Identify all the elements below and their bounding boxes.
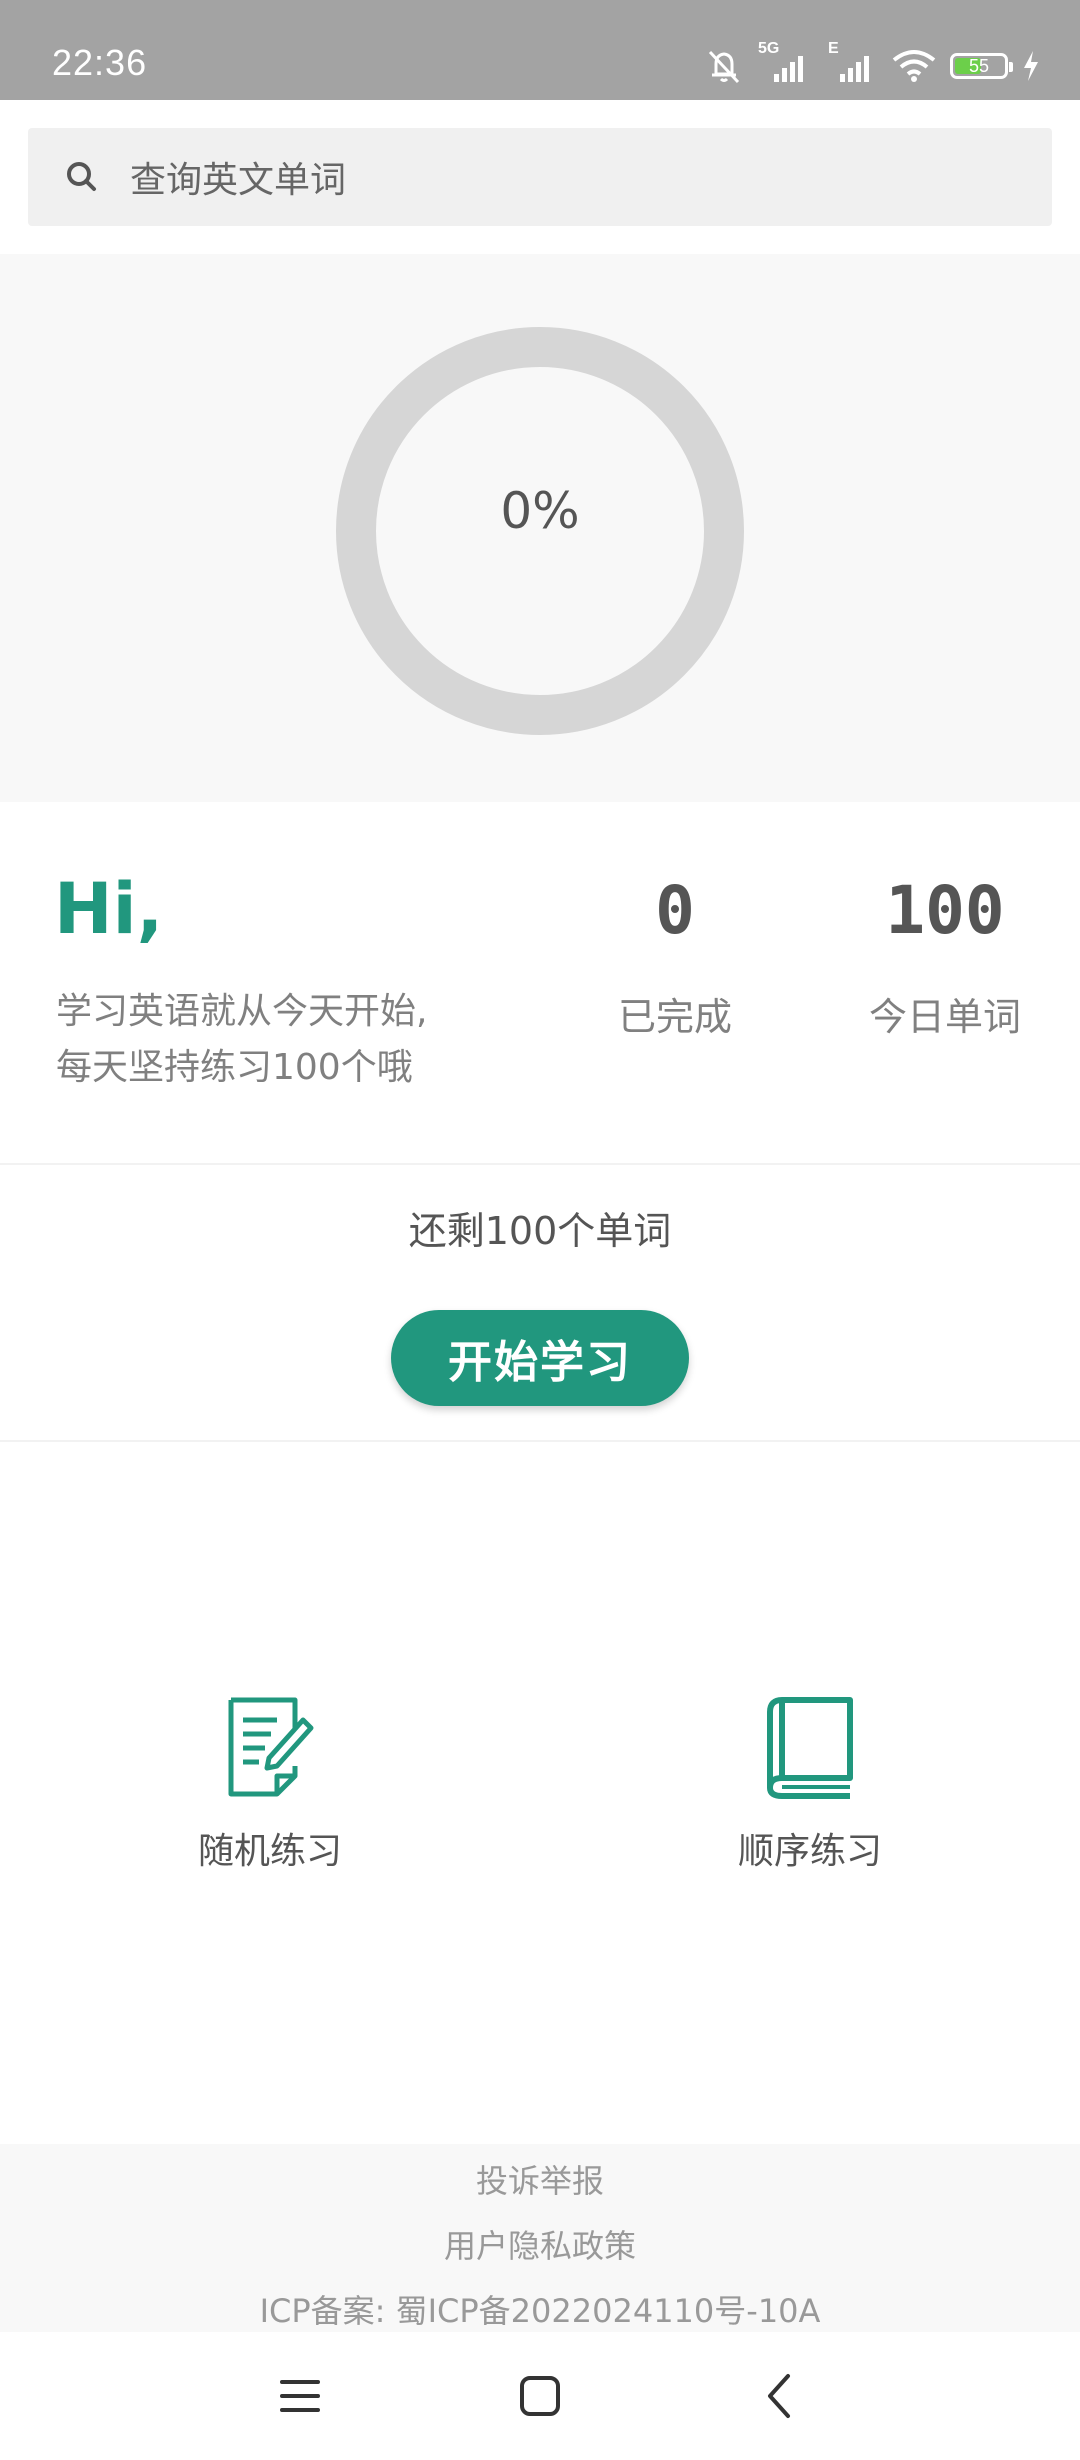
progress-percent: 0%: [500, 482, 580, 540]
notepad-pencil-icon: [228, 1697, 314, 1797]
icp-record-link[interactable]: ICP备案: 蜀ICP备2022024110号-10A: [0, 2286, 1080, 2332]
charging-bolt-icon: [1024, 51, 1038, 81]
status-icons: 5G E 55: [704, 40, 1040, 88]
book-icon: [767, 1697, 853, 1799]
remaining-words: 还剩100个单词: [408, 1209, 672, 1253]
random-practice-label: 随机练习: [197, 1831, 342, 1872]
privacy-policy-link[interactable]: 用户隐私政策: [0, 2221, 1080, 2267]
battery-icon: 55: [950, 53, 1013, 79]
sequential-practice-button[interactable]: 顺序练习: [660, 1696, 960, 1874]
divider: [0, 1163, 1080, 1165]
search-input[interactable]: 查询英文单词: [28, 128, 1052, 226]
footer: 投诉举报 用户隐私政策 ICP备案: 蜀ICP备2022024110号-10A: [0, 2144, 1080, 2332]
home-square-icon: [520, 2376, 560, 2416]
wifi-icon: [892, 50, 936, 82]
report-link[interactable]: 投诉举报: [0, 2156, 1080, 2202]
search-placeholder: 查询英文单词: [130, 160, 347, 201]
menu-button[interactable]: [272, 2368, 328, 2424]
today-words-label: 今日单词: [868, 995, 1021, 1039]
search-icon: [67, 162, 96, 191]
back-chevron-icon: [768, 2374, 790, 2418]
greeting-line-1: 学习英语就从今天开始,: [56, 991, 428, 1032]
system-nav-bar: [0, 2332, 1080, 2460]
completed-label: 已完成: [617, 995, 732, 1039]
greeting-line-2: 每天坚持练习100个哦: [56, 1047, 413, 1088]
back-button[interactable]: [752, 2368, 808, 2424]
home-button[interactable]: [512, 2368, 568, 2424]
divider: [0, 1440, 1080, 1442]
sequential-practice-label: 顺序练习: [737, 1831, 882, 1872]
status-time: 22:36: [52, 42, 148, 83]
start-learning-button[interactable]: 开始学习: [391, 1310, 689, 1406]
status-bar: 22:36 5G E 55: [0, 0, 1080, 100]
mute-bell-icon: [708, 50, 740, 84]
signal-5g-icon: 5G: [758, 40, 814, 86]
random-practice-button[interactable]: 随机练习: [120, 1696, 420, 1874]
completed-count: 0: [655, 872, 695, 949]
menu-icon: [280, 2380, 320, 2412]
greeting-title: Hi,: [54, 868, 164, 950]
today-words-count: 100: [885, 872, 1005, 949]
greeting-text: 学习英语就从今天开始, 每天坚持练习100个哦: [56, 984, 556, 1096]
signal-e-icon: E: [828, 40, 878, 86]
